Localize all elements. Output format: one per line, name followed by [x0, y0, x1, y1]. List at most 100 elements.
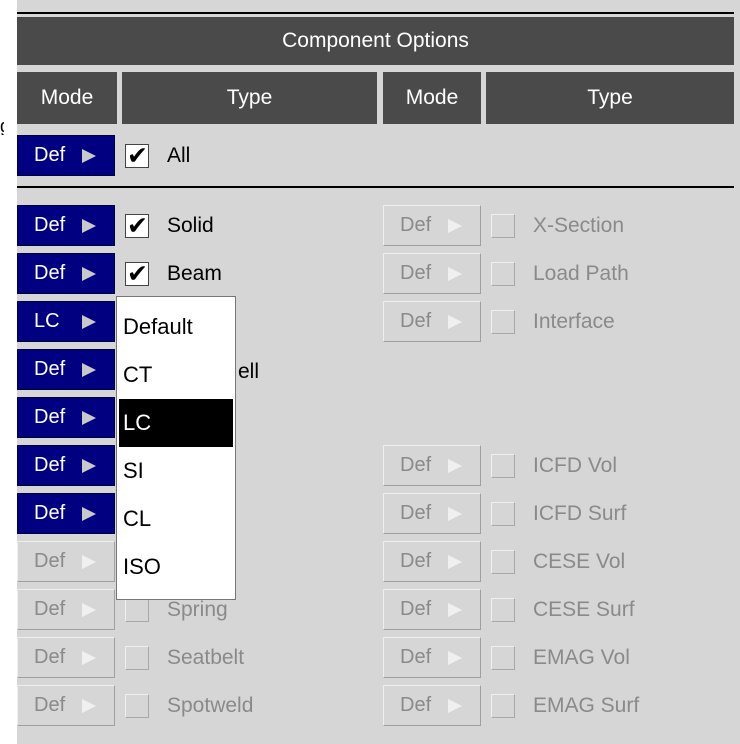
left-row-spotweld-label: Spotweld — [167, 694, 254, 717]
menu-arrow-icon — [82, 602, 96, 617]
left-row-item-7-mode-button[interactable]: Def — [17, 493, 115, 534]
menu-item-ct[interactable]: CT — [119, 351, 233, 399]
left-row-beam-label: Beam — [167, 262, 222, 285]
menu-item-si[interactable]: SI — [119, 447, 233, 495]
right-row-x-section-label: X-Section — [533, 214, 625, 237]
right-row-cese-vol-label: CESE Vol — [533, 550, 626, 573]
all-row-label: All — [167, 144, 191, 167]
mode-dropdown-menu: Default CT LC SI CL ISO — [116, 296, 236, 600]
left-row-seatbelt-label: Seatbelt — [167, 646, 245, 669]
left-row-item-4-mode-button[interactable]: Def — [17, 349, 115, 390]
mode-column-header-right: Mode — [383, 72, 481, 124]
left-row-item-6-mode-button[interactable]: Def — [17, 445, 115, 486]
right-row-x-section-mode-text: Def — [400, 214, 432, 236]
right-row-cese-surf-checkbox — [491, 598, 515, 622]
left-row-item-6-mode-text: Def — [34, 454, 66, 476]
right-row-load-path-mode-button: Def — [383, 253, 481, 294]
right-row-cese-vol-checkbox — [491, 550, 515, 574]
menu-arrow-icon — [82, 554, 96, 569]
menu-item-iso[interactable]: ISO — [119, 543, 233, 591]
partially-hidden-label: ell — [238, 360, 260, 383]
right-row-emag-surf-label: EMAG Surf — [533, 694, 640, 717]
menu-arrow-icon — [448, 698, 462, 713]
menu-arrow-icon — [82, 650, 96, 665]
right-row-cese-vol-mode-text: Def — [400, 550, 432, 572]
menu-arrow-icon — [448, 266, 462, 281]
left-row-item-5-mode-text: Def — [34, 406, 66, 428]
menu-item-default[interactable]: Default — [119, 303, 233, 351]
right-row-emag-vol-checkbox — [491, 646, 515, 670]
right-row-emag-vol-label: EMAG Vol — [533, 646, 630, 669]
menu-arrow-icon — [82, 698, 96, 713]
panel-title: Component Options — [17, 17, 734, 65]
right-row-interface-checkbox — [491, 310, 515, 334]
menu-arrow-icon — [82, 506, 96, 521]
all-row-mode-button[interactable]: Def — [17, 135, 115, 176]
right-row-x-section-checkbox — [491, 214, 515, 238]
right-row-emag-surf-checkbox — [491, 694, 515, 718]
left-row-solid-checkbox[interactable] — [125, 211, 149, 240]
menu-arrow-icon — [448, 218, 462, 233]
all-row-mode-text: Def — [34, 144, 66, 166]
menu-arrow-icon — [448, 458, 462, 473]
section-divider — [17, 186, 734, 188]
left-row-item-7-mode-text: Def — [34, 502, 66, 524]
menu-item-lc[interactable]: LC — [119, 399, 233, 447]
left-row-solid-label: Solid — [167, 214, 214, 237]
right-row-emag-surf-mode-text: Def — [400, 694, 432, 716]
menu-item-cl[interactable]: CL — [119, 495, 233, 543]
right-row-x-section-mode-button: Def — [383, 205, 481, 246]
left-row-seatbelt-mode-text: Def — [34, 646, 66, 668]
right-row-icfd-surf-mode-button: Def — [383, 493, 481, 534]
left-row-spotweld-mode-text: Def — [34, 694, 66, 716]
menu-arrow-icon — [448, 650, 462, 665]
menu-arrow-icon — [448, 506, 462, 521]
right-row-load-path-label: Load Path — [533, 262, 629, 285]
menu-arrow-icon — [82, 362, 96, 377]
left-row-seatbelt-mode-button: Def — [17, 637, 115, 678]
left-row-spring-checkbox — [125, 598, 149, 622]
right-row-interface-label: Interface — [533, 310, 615, 333]
left-row-spotweld-checkbox — [125, 694, 149, 718]
menu-arrow-icon — [82, 148, 96, 163]
left-row-item-8-mode-button: Def — [17, 541, 115, 582]
mode-column-header-left: Mode — [17, 72, 117, 124]
right-row-icfd-vol-mode-text: Def — [400, 454, 432, 476]
right-row-icfd-surf-label: ICFD Surf — [533, 502, 627, 525]
right-row-cese-surf-label: CESE Surf — [533, 598, 635, 621]
left-row-item-4-mode-text: Def — [34, 358, 66, 380]
right-row-cese-surf-mode-button: Def — [383, 589, 481, 630]
right-row-emag-surf-mode-button: Def — [383, 685, 481, 726]
right-row-cese-surf-mode-text: Def — [400, 598, 432, 620]
right-row-icfd-surf-mode-text: Def — [400, 502, 432, 524]
all-row-checkbox[interactable] — [125, 141, 149, 170]
menu-arrow-icon — [82, 458, 96, 473]
left-row-item-3-mode-text: LC — [34, 310, 60, 332]
right-row-load-path-mode-text: Def — [400, 262, 432, 284]
menu-arrow-icon — [82, 410, 96, 425]
right-row-icfd-vol-label: ICFD Vol — [533, 454, 618, 477]
menu-arrow-icon — [448, 314, 462, 329]
left-row-beam-mode-button[interactable]: Def — [17, 253, 115, 294]
left-row-spring-mode-button: Def — [17, 589, 115, 630]
left-row-seatbelt-checkbox — [125, 646, 149, 670]
menu-arrow-icon — [82, 218, 96, 233]
left-row-item-3-mode-button[interactable]: LC — [17, 301, 115, 342]
type-column-header-right: Type — [486, 72, 734, 124]
right-row-emag-vol-mode-text: Def — [400, 646, 432, 668]
menu-arrow-icon — [448, 554, 462, 569]
menu-arrow-icon — [448, 602, 462, 617]
menu-arrow-icon — [82, 314, 96, 329]
right-row-interface-mode-text: Def — [400, 310, 432, 332]
right-row-icfd-surf-checkbox — [491, 502, 515, 526]
left-row-item-5-mode-button[interactable]: Def — [17, 397, 115, 438]
right-row-emag-vol-mode-button: Def — [383, 637, 481, 678]
clipped-edge-text: g — [0, 117, 4, 135]
left-row-solid-mode-button[interactable]: Def — [17, 205, 115, 246]
left-row-item-8-mode-text: Def — [34, 550, 66, 572]
left-row-beam-checkbox[interactable] — [125, 259, 149, 288]
left-row-spring-mode-text: Def — [34, 598, 66, 620]
right-row-icfd-vol-checkbox — [491, 454, 515, 478]
right-row-cese-vol-mode-button: Def — [383, 541, 481, 582]
right-row-icfd-vol-mode-button: Def — [383, 445, 481, 486]
